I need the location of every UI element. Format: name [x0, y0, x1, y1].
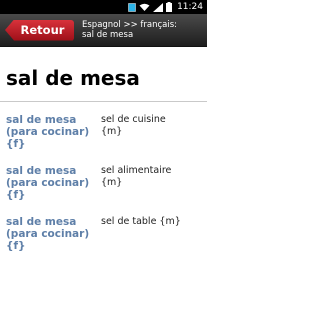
- translation-list: sal de mesa (para cocinar) {f} sel de cu…: [0, 102, 207, 252]
- source-term-gender: {f}: [6, 138, 26, 150]
- breadcrumb-line-1: Espagnol >> français:: [82, 20, 178, 30]
- source-term-context: (para cocinar): [6, 228, 90, 240]
- sim-icon: [128, 2, 136, 12]
- status-bar: 11:24: [0, 0, 207, 14]
- signal-icon: [153, 2, 164, 12]
- source-term: sal de mesa (para cocinar) {f}: [6, 114, 101, 150]
- list-item[interactable]: sal de mesa (para cocinar) {f} sel alime…: [6, 165, 201, 201]
- list-item[interactable]: sal de mesa (para cocinar) {f} sel de cu…: [6, 114, 201, 150]
- list-item[interactable]: sal de mesa (para cocinar) {f} sel de ta…: [6, 216, 201, 252]
- target-term: sel alimentaire {m}: [101, 165, 171, 201]
- target-term-text: sel alimentaire: [101, 165, 172, 176]
- source-term: sal de mesa (para cocinar) {f}: [6, 216, 101, 252]
- source-term-line: sal de mesa: [6, 216, 77, 228]
- breadcrumb-line-2: sal de mesa: [82, 30, 134, 40]
- target-term: sel de table {m}: [101, 216, 181, 252]
- page-title: sal de mesa: [6, 66, 140, 90]
- status-clock: 11:24: [177, 2, 203, 12]
- source-term-context: (para cocinar): [6, 177, 90, 189]
- source-term-gender: {f}: [6, 240, 26, 252]
- source-term-context: (para cocinar): [6, 126, 90, 138]
- top-bar: Retour Espagnol >> français: sal de mesa: [0, 14, 207, 47]
- target-term-text: sel de table {m}: [101, 216, 181, 227]
- battery-icon: [166, 2, 173, 12]
- breadcrumb: Espagnol >> français: sal de mesa: [82, 20, 177, 40]
- source-term-line: sal de mesa: [6, 114, 77, 126]
- source-term-line: sal de mesa: [6, 165, 77, 177]
- back-button[interactable]: Retour: [5, 19, 74, 41]
- wifi-icon: [139, 3, 150, 12]
- source-term-gender: {f}: [6, 189, 26, 201]
- target-term-gender: {m}: [101, 177, 123, 188]
- target-term: sel de cuisine {m}: [101, 114, 166, 150]
- target-term-text: sel de cuisine: [101, 114, 166, 125]
- source-term: sal de mesa (para cocinar) {f}: [6, 165, 101, 201]
- target-term-gender: {m}: [101, 126, 123, 137]
